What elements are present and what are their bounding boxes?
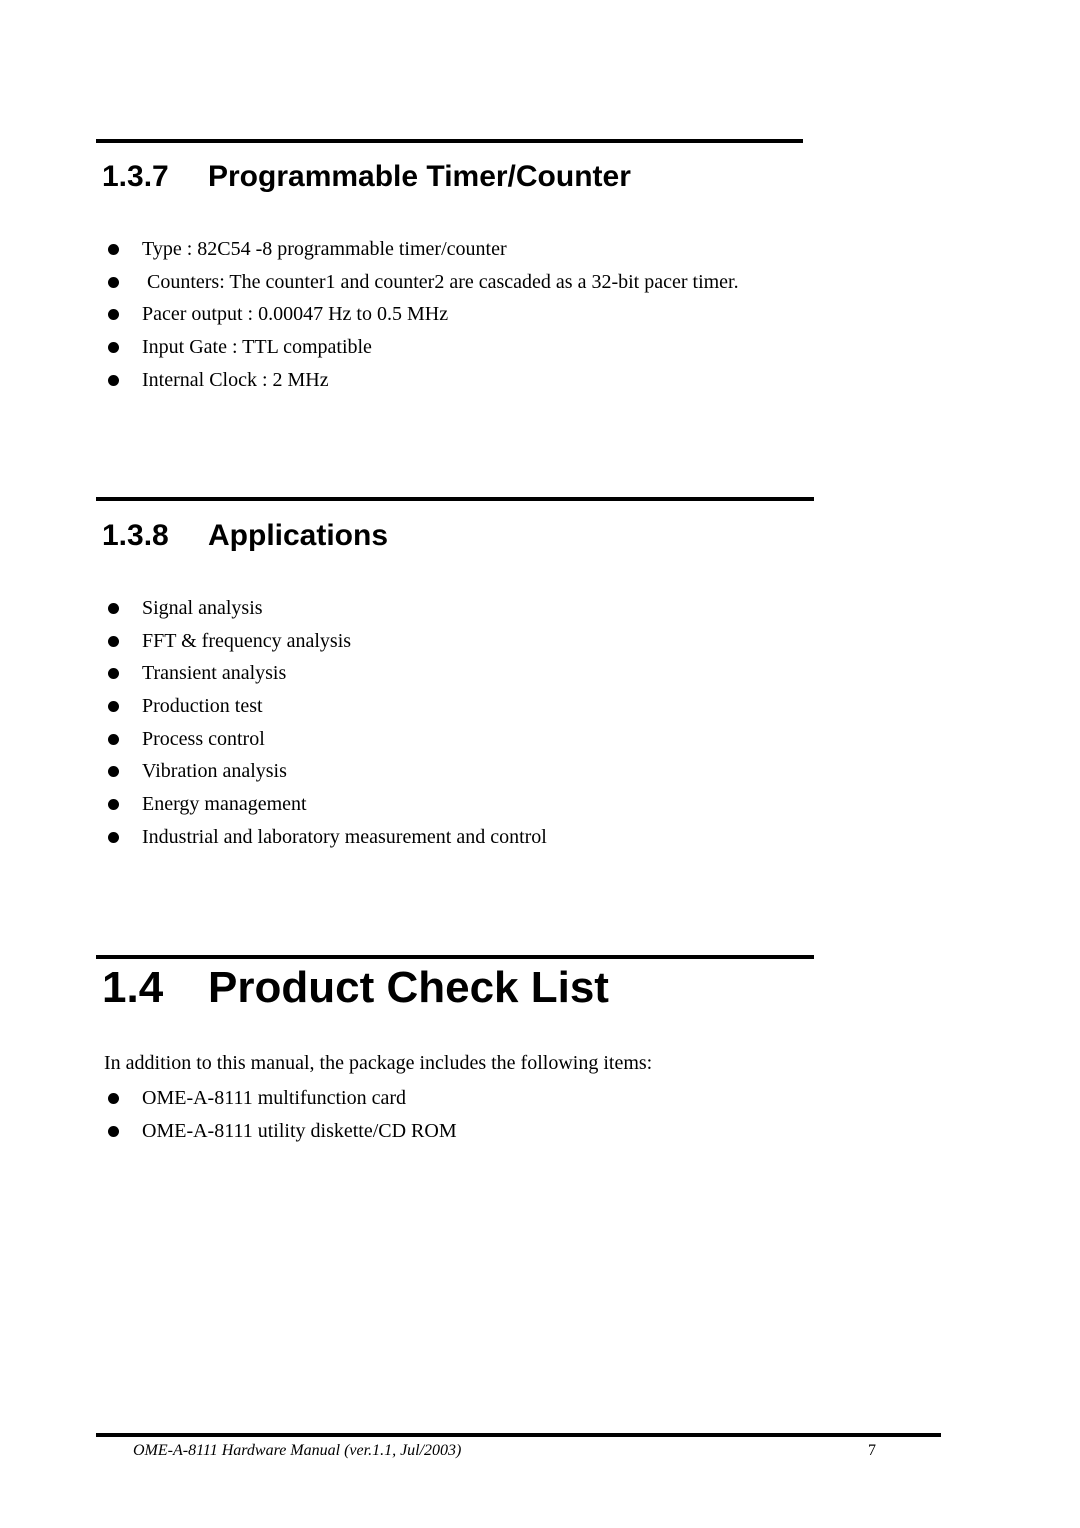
list-item: FFT & frequency analysis: [104, 625, 547, 658]
list-item: Transient analysis: [104, 657, 547, 690]
applications-list: Signal analysis FFT & frequency analysis…: [104, 592, 547, 854]
bullet-icon: [108, 374, 119, 386]
bullet-icon: [108, 342, 119, 354]
section-number: 1.4: [102, 963, 164, 1012]
list-item: Energy management: [104, 788, 547, 821]
bullet-icon: [108, 309, 119, 321]
footer-title: OME-A-8111 Hardware Manual (ver.1.1, Jul…: [133, 1442, 462, 1459]
section-heading: 1.3.8 Applications: [102, 519, 388, 553]
checklist-intro: In addition to this manual, the package …: [104, 1052, 653, 1074]
list-item: Process control: [104, 723, 547, 756]
bullet-icon: [108, 276, 119, 288]
section-number: 1.3.8: [102, 519, 169, 552]
bullet-icon: [108, 766, 119, 778]
section-divider: [96, 955, 814, 959]
section-title: Applications: [208, 519, 389, 552]
bullet-icon: [108, 701, 119, 713]
bullet-icon: [108, 831, 119, 843]
list-item: Internal Clock : 2 MHz: [104, 364, 739, 397]
section-heading: 1.3.7 Programmable Timer/Counter: [102, 160, 631, 194]
list-item: Counters: The counter1 and counter2 are …: [104, 266, 739, 299]
list-item: OME-A-8111 multifunction card: [104, 1082, 457, 1115]
list-item: Input Gate : TTL compatible: [104, 331, 739, 364]
bullet-icon: [108, 603, 119, 614]
checklist: OME-A-8111 multifunction card OME-A-8111…: [104, 1082, 457, 1147]
list-item: Pacer output : 0.00047 Hz to 0.5 MHz: [104, 298, 739, 331]
section-divider: [96, 139, 803, 143]
bullet-icon: [108, 1093, 119, 1104]
bullet-icon: [108, 635, 119, 647]
bullet-icon: [108, 1125, 119, 1137]
section-heading: 1.4 Product Check List: [102, 963, 609, 1013]
section-title: Product Check List: [208, 963, 609, 1012]
list-item: Type : 82C54 -8 programmable timer/count…: [104, 233, 739, 266]
bullet-icon: [108, 733, 119, 745]
list-item: Vibration analysis: [104, 755, 547, 788]
bullet-icon: [108, 668, 119, 680]
bullet-icon: [108, 244, 119, 255]
bullet-icon: [108, 799, 119, 811]
section-title: Programmable Timer/Counter: [208, 160, 631, 193]
section-divider: [96, 497, 814, 501]
list-item: Production test: [104, 690, 547, 723]
section-number: 1.3.7: [102, 160, 169, 193]
footer-divider: [96, 1433, 941, 1437]
list-item: Industrial and laboratory measurement an…: [104, 821, 547, 854]
list-item: Signal analysis: [104, 592, 547, 625]
page-number: 7: [868, 1442, 876, 1459]
list-item: OME-A-8111 utility diskette/CD ROM: [104, 1115, 457, 1148]
timer-spec-list: Type : 82C54 -8 programmable timer/count…: [104, 233, 739, 396]
